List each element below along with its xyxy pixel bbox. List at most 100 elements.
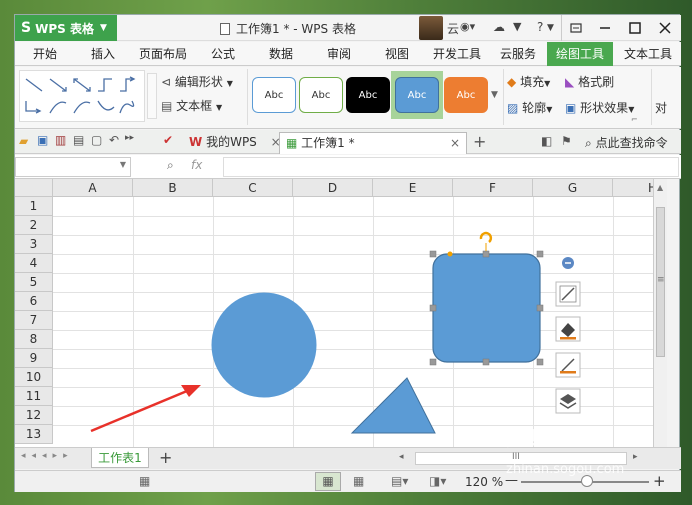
shape-effects-button[interactable]: ▣ 形状效果▼ — [565, 99, 634, 116]
float-tool-layers[interactable] — [555, 388, 581, 414]
shape-style-1[interactable]: Abc — [252, 77, 296, 113]
maximize-button[interactable] — [621, 15, 649, 41]
scroll-up-icon[interactable]: ▲ — [657, 183, 663, 192]
horizontal-scroll-grip: III — [512, 452, 520, 462]
tab-developer[interactable]: 开发工具 — [427, 42, 487, 66]
tab-insert[interactable]: 插入 — [81, 42, 125, 66]
rotate-handle-icon[interactable] — [479, 231, 493, 243]
page-layout-view-icon[interactable]: ▤▾ — [391, 474, 408, 488]
window-icon[interactable]: ◧ — [541, 134, 552, 148]
tab-page-layout[interactable]: 页面布局 — [135, 42, 191, 66]
open-folder-icon[interactable]: ▰ — [19, 134, 28, 148]
circle-shape[interactable] — [211, 292, 317, 398]
app-menu-button[interactable]: S WPS 表格 ▼ — [15, 15, 117, 41]
watermark-brand: ◉ 搜狗指南 — [500, 429, 594, 450]
scroll-right-icon[interactable]: ▸ — [633, 452, 638, 462]
sogou-logo-icon: ◉ — [500, 429, 516, 450]
reading-view-icon[interactable]: ◨▾ — [429, 474, 446, 488]
help-icon[interactable]: ? — [537, 20, 543, 34]
outline-icon: ▨ — [507, 101, 519, 115]
edit-shape-icon: ⊲ — [161, 75, 172, 89]
tab-workbook[interactable]: ▦ 工作簿1 * × — [279, 132, 467, 154]
print-preview-icon[interactable]: ▢ — [91, 133, 102, 147]
float-tool-fill[interactable] — [555, 316, 581, 342]
shape-style-5[interactable]: Abc — [444, 77, 488, 113]
fill-button[interactable]: ◆ 填充▼ — [507, 73, 550, 90]
undo-icon[interactable]: ↶ — [109, 133, 119, 147]
document-icon — [220, 23, 230, 35]
avatar[interactable] — [419, 16, 443, 40]
brush-icon: ◣ — [565, 75, 575, 89]
thumb-grip-icon: ≡ — [657, 275, 665, 285]
align-button[interactable]: 对 — [655, 99, 667, 116]
formula-input[interactable] — [223, 157, 679, 177]
page-break-view-icon[interactable]: ▦ — [353, 474, 364, 488]
tab-drawing-tools[interactable]: 绘图工具 — [547, 42, 613, 66]
shape-style-2[interactable]: Abc — [299, 77, 343, 113]
dialog-launcher-icon[interactable]: ⌐ — [631, 115, 638, 124]
gallery-scroll[interactable] — [147, 73, 157, 119]
cloud-icon[interactable]: ☁ — [493, 20, 505, 34]
quick-access-bar: ▰ ▣ ▥ ▤ ▢ ↶ ▸▸ ✔ W 我的WPS × ▦ 工作簿1 * × + … — [15, 130, 681, 154]
title-bar: S WPS 表格 ▼ 工作簿1 * - WPS 表格 云 ◉▾ ☁ ▼ ? ▼ — [15, 15, 681, 41]
menu-bar: 开始 插入 页面布局 公式 数据 审阅 视图 开发工具 云服务 绘图工具 文本工… — [15, 42, 681, 66]
zoom-icon[interactable]: ⌕ — [167, 158, 174, 173]
tab-formulas[interactable]: 公式 — [201, 42, 245, 66]
float-tool-outline[interactable] — [555, 352, 581, 378]
search-icon: ⌕ — [585, 136, 592, 150]
ribbon-divider — [247, 69, 248, 125]
fx-icon[interactable]: fx — [191, 158, 202, 172]
tab-data[interactable]: 数据 — [259, 42, 303, 66]
shape-style-4[interactable]: Abc — [395, 77, 439, 113]
paint-bucket-icon: ◆ — [507, 75, 517, 89]
zoom-in-icon[interactable]: + — [653, 472, 666, 490]
macro-icon[interactable]: ▦ — [139, 474, 150, 488]
triangle-shape[interactable] — [350, 377, 436, 434]
tab-review[interactable]: 审阅 — [317, 42, 361, 66]
close-tab-icon[interactable]: × — [450, 133, 460, 153]
rounded-rectangle-shape[interactable] — [432, 253, 541, 363]
tab-view[interactable]: 视图 — [375, 42, 419, 66]
print-icon[interactable]: ▤ — [73, 133, 84, 147]
tab-cloud-service[interactable]: 云服务 — [493, 42, 543, 66]
tab-my-wps[interactable]: W 我的WPS × — [183, 132, 287, 154]
tab-home[interactable]: 开始 — [23, 42, 67, 66]
close-button[interactable] — [651, 15, 679, 41]
tab-text-tools[interactable]: 文本工具 — [617, 42, 679, 66]
customize-icon[interactable]: ✔ — [163, 133, 173, 147]
effects-icon: ▣ — [565, 101, 577, 115]
name-box[interactable]: ▼ — [15, 157, 131, 177]
formula-bar: ▼ ⌕ fx — [15, 155, 681, 179]
new-tab-icon[interactable]: + — [473, 132, 486, 151]
add-sheet-icon[interactable]: + — [159, 448, 172, 467]
adjust-handle[interactable] — [447, 251, 453, 257]
chevron-down-icon[interactable]: ▼ — [120, 160, 126, 169]
more-icon[interactable]: ▸▸ — [125, 133, 134, 143]
sheet-tab-1[interactable]: 工作表1 — [91, 448, 149, 468]
styles-more-icon[interactable]: ▼ — [491, 75, 501, 115]
shape-style-3[interactable]: Abc — [346, 77, 390, 113]
command-search[interactable]: ⌕ 点此查找命令 — [585, 134, 668, 151]
scroll-left-icon[interactable]: ◂ — [399, 452, 404, 462]
normal-view-icon[interactable]: ▦ — [315, 472, 341, 491]
shirt-icon[interactable]: ▼ — [513, 20, 521, 33]
flag-icon[interactable]: ⚑ — [561, 134, 572, 148]
user-name[interactable]: 云 — [447, 20, 459, 37]
vertical-scrollbar[interactable]: ▲ ≡ — [653, 179, 667, 447]
ribbon-divider — [503, 69, 504, 125]
export-pdf-icon[interactable]: ▥ — [55, 133, 66, 147]
float-tool-edit-shape[interactable] — [555, 281, 581, 307]
help-dropdown-icon[interactable]: ▼ — [547, 23, 554, 33]
sheet-nav-icons[interactable]: ◂◂◂▸▸ — [21, 451, 74, 461]
format-painter-button[interactable]: ◣ 格式刷 — [565, 73, 614, 90]
spreadsheet-grid[interactable]: A B C D E F G H 1 2 3 4 5 6 7 8 9 10 11 … — [15, 179, 653, 447]
textbox-button[interactable]: ▤ 文本框 ▼ — [161, 97, 222, 114]
zoom-level[interactable]: 120 % — [465, 475, 503, 489]
line-shapes-gallery[interactable] — [19, 70, 145, 122]
edit-shape-button[interactable]: ⊲ 编辑形状 ▼ — [161, 73, 233, 90]
outline-button[interactable]: ▨ 轮廓▼ — [507, 99, 552, 116]
user-dropdown-icon[interactable]: ◉▾ — [460, 20, 475, 33]
save-icon[interactable]: ▣ — [37, 133, 48, 147]
restore-icon[interactable] — [561, 15, 589, 41]
minimize-button[interactable] — [591, 15, 619, 41]
